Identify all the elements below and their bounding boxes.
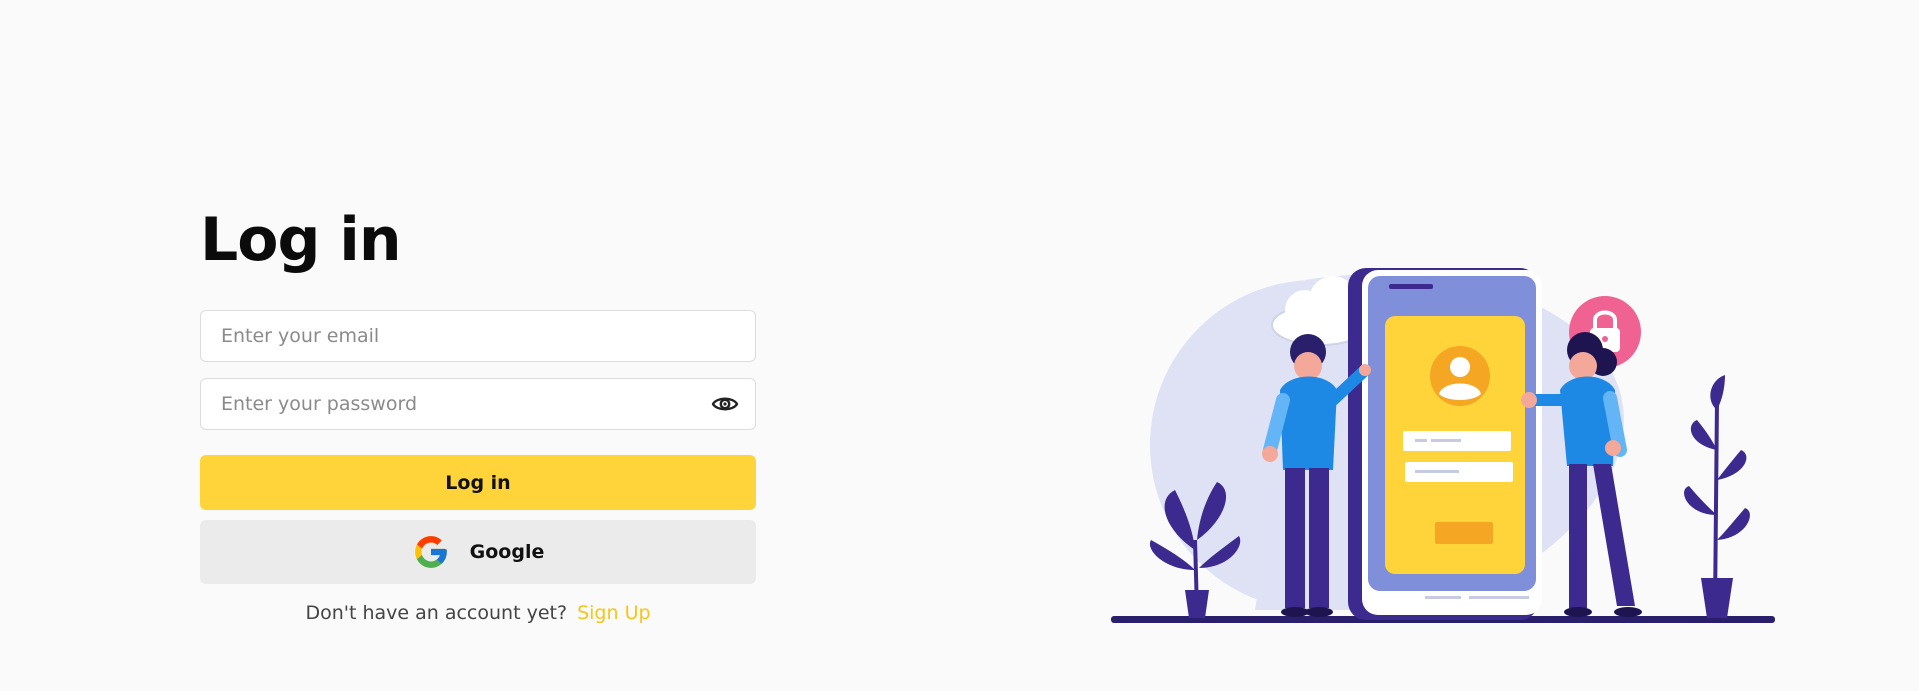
page-title: Log in — [200, 205, 402, 275]
password-field-wrapper — [200, 378, 756, 430]
login-form: Log in Log in Google Don't have an accou… — [200, 210, 756, 624]
signup-prompt: Don't have an account yet? Sign Up — [200, 602, 756, 624]
login-illustration — [1111, 268, 1775, 623]
google-logo-icon — [414, 536, 447, 568]
signup-link[interactable]: Sign Up — [577, 602, 650, 624]
plant-icon — [1684, 375, 1750, 618]
email-field-wrapper — [200, 310, 756, 362]
login-button[interactable]: Log in — [200, 455, 756, 510]
google-login-button[interactable]: Google — [200, 520, 756, 584]
phone-icon — [1348, 268, 1542, 620]
google-button-label: Google — [469, 541, 545, 563]
signup-prompt-text: Don't have an account yet? — [305, 602, 568, 624]
eye-icon[interactable] — [711, 394, 739, 414]
password-input[interactable] — [201, 379, 755, 429]
email-input[interactable] — [201, 311, 755, 361]
